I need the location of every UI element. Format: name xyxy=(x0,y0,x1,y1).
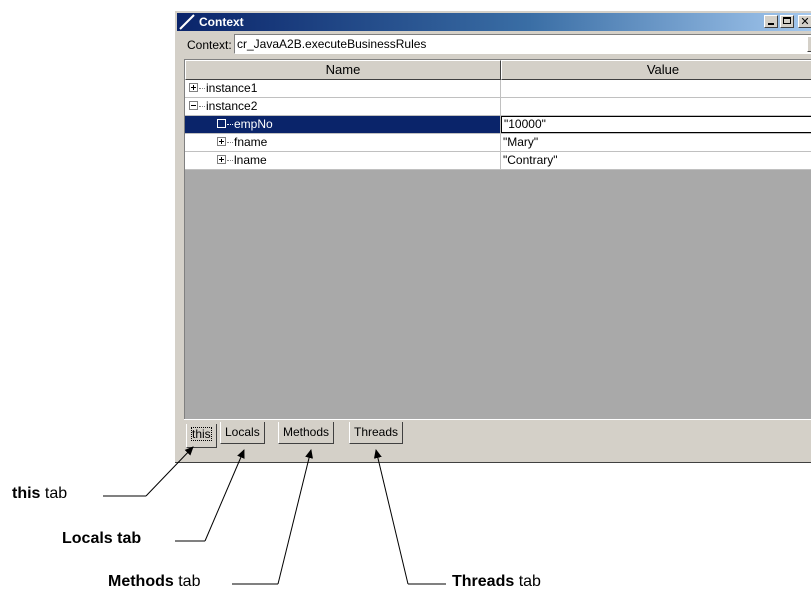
callout-arrow-locals xyxy=(204,449,245,542)
callout-this-tab: this tab xyxy=(12,485,67,503)
callout-threads-rest: tab xyxy=(514,573,541,590)
callout-methods-bold: Methods xyxy=(108,573,174,590)
callout-arrow-threads xyxy=(373,449,409,585)
callout-arrows xyxy=(103,446,446,585)
callout-this-rest: tab xyxy=(40,485,68,502)
callout-arrow-this xyxy=(145,446,194,497)
callout-methods-rest: tab xyxy=(173,573,201,590)
callout-this-bold: this xyxy=(12,485,41,502)
callout-threads-tab: Threads tab xyxy=(452,573,541,591)
callout-methods-tab: Methods tab xyxy=(108,573,200,591)
callout-threads-bold: Threads xyxy=(452,573,515,590)
callout-locals-tab: Locals tab xyxy=(62,530,141,548)
callout-arrow-methods xyxy=(277,449,313,585)
callout-locals-bold: Locals tab xyxy=(62,530,142,547)
